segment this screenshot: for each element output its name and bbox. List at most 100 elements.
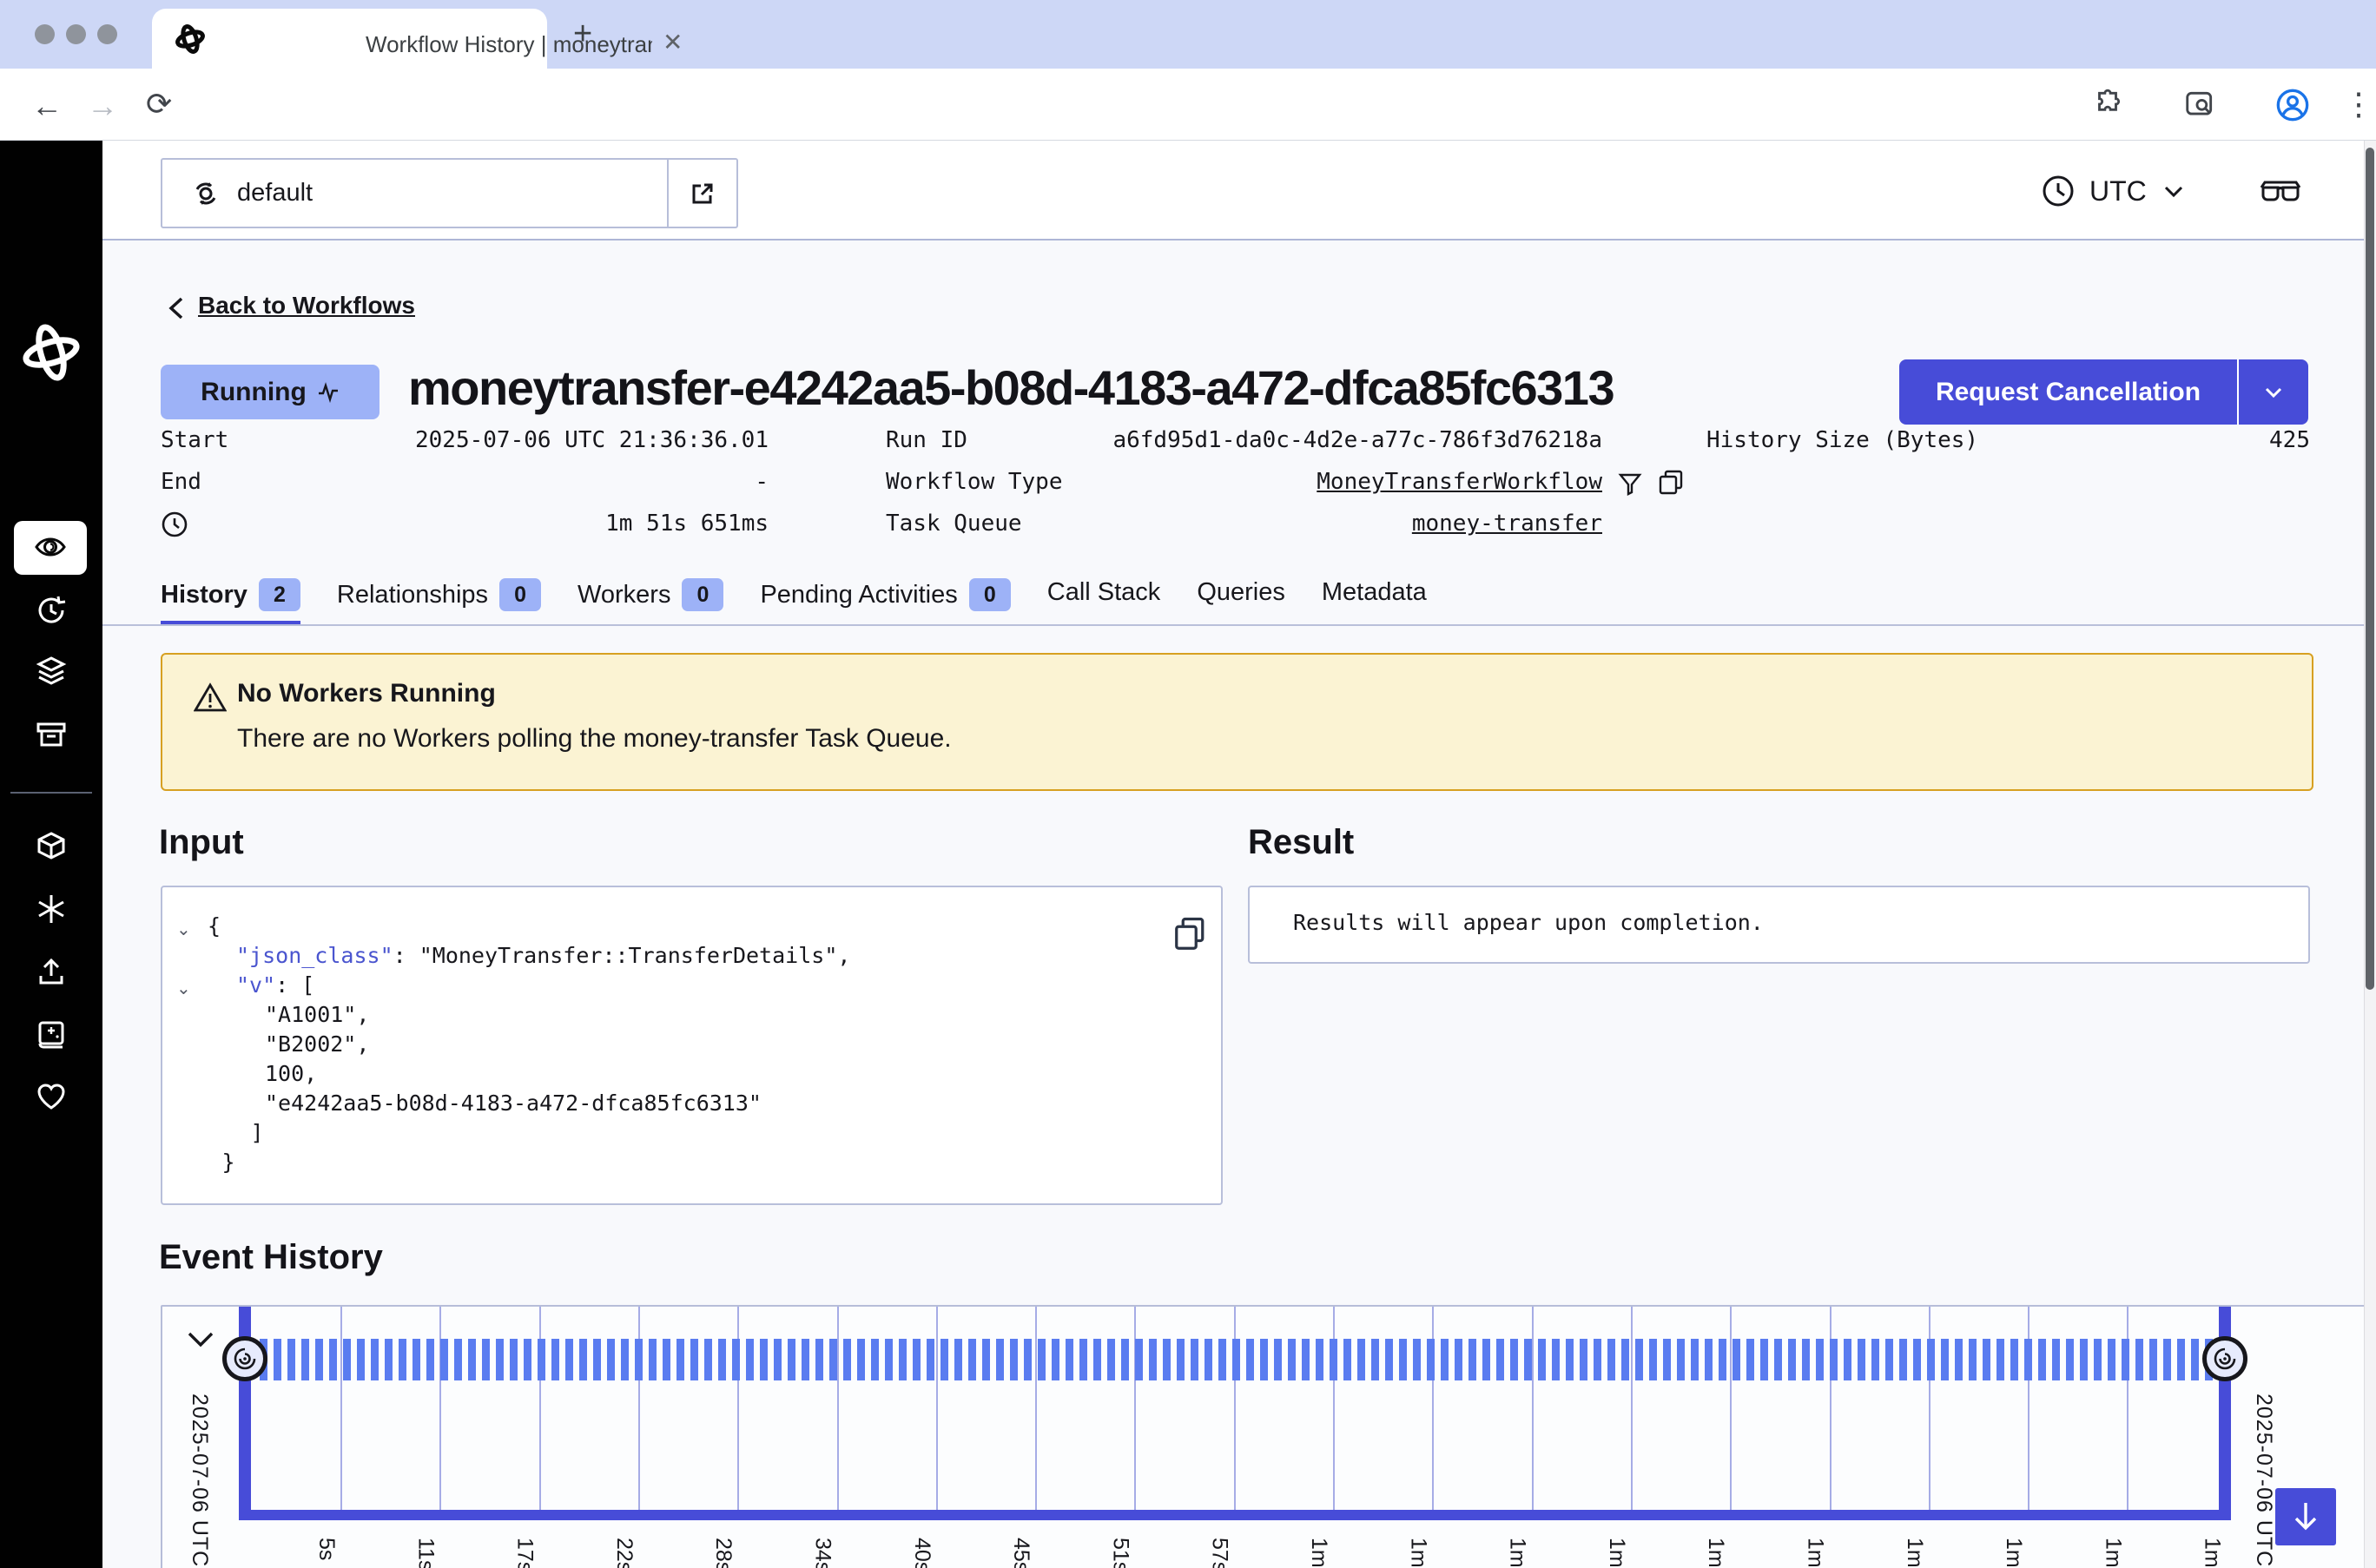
timeline-tick-label: 51s [1107,1538,1132,1568]
warning-triangle-icon [194,682,227,714]
tab-relationships[interactable]: Relationships 0 [337,578,541,621]
timeline-gridline [1432,1307,1434,1510]
sidebar-item-feedback[interactable] [34,1079,69,1114]
tab-relationships-count: 0 [499,578,541,611]
copy-input-icon[interactable] [1173,915,1208,953]
sidebar-item-schedules[interactable] [34,593,69,628]
tab-workers-count: 0 [682,578,723,611]
sidebar-item-nexus[interactable] [34,892,69,926]
timeline-gridline [1333,1307,1335,1510]
filter-icon[interactable] [1617,471,1643,497]
sidebar-item-docs[interactable] [34,1018,69,1052]
sidebar-item-archive[interactable] [34,717,69,752]
workflow-type-link[interactable]: MoneyTransferWorkflow [1042,469,1602,495]
timeline-gridline [1134,1307,1136,1510]
tab-metadata[interactable]: Metadata [1322,578,1427,616]
timeline-gridline [1830,1307,1832,1510]
run-id-label: Run ID [886,427,967,453]
tab-call-stack[interactable]: Call Stack [1047,578,1161,616]
namespace-name: default [237,179,313,208]
timeline-tick-label: 45s [1008,1538,1033,1568]
back-to-workflows-link[interactable]: Back to Workflows [198,292,415,320]
code-line: 100, [265,1061,317,1086]
tab-pending-activities[interactable]: Pending Activities 0 [760,578,1010,621]
result-card: Results will appear upon completion. [1248,886,2310,964]
back-chevron-icon[interactable] [165,295,188,321]
input-heading: Input [159,823,244,862]
timeline-gridline [1234,1307,1236,1510]
timeline-tick-label: 17s [512,1538,538,1568]
browser-toolbar: ← → ⟳ localhost:8080/namespaces/default/… [0,69,2376,141]
code-collapse-chevron-icon[interactable]: ⌄ [176,978,191,999]
browser-tab[interactable]: Workflow History | moneytran ✕ [152,9,547,69]
status-badge: Running [161,365,380,419]
tab-workers[interactable]: Workers 0 [578,578,723,621]
sidebar-item-workflows[interactable] [14,521,87,575]
sidebar-divider [10,792,92,794]
end-label: End [161,469,201,495]
timeline-tick-label: 34s [810,1538,835,1568]
code-collapse-chevron-icon[interactable]: ⌄ [176,919,191,940]
running-spiral-icon [2213,1347,2237,1371]
code-line: "B2002", [265,1031,369,1057]
duration-value: 1m 51s 651ms [391,511,769,537]
forward-icon[interactable]: → [87,88,118,124]
code-line: "e4242aa5-b08d-4183-a472-dfca85fc6313" [265,1090,762,1116]
timeline-tick-label: 1m [1902,1538,1927,1568]
timeline-gridline [1631,1307,1633,1510]
tab-close-icon[interactable]: ✕ [663,28,683,56]
scrollbar-thumb[interactable] [2366,148,2374,990]
run-id-value: a6fd95d1-da0c-4d2e-a77c-786f3d76218a [1042,427,1602,453]
timeline-gridline [1929,1307,1930,1510]
namespace-selector[interactable]: default [161,158,738,228]
tabs-divider [102,624,2364,626]
workflow-current-marker[interactable] [2202,1336,2247,1381]
extensions-icon[interactable] [2091,88,2124,121]
cancellation-menu-button[interactable] [2239,379,2308,405]
sidebar-item-deployments[interactable] [34,829,69,864]
labs-glasses-icon[interactable] [2258,172,2303,212]
task-queue-link[interactable]: money-transfer [1042,511,1602,537]
sidebar-item-task-queues[interactable] [34,655,69,689]
tab-history[interactable]: History 2 [161,578,300,625]
external-link-icon [689,180,716,208]
timeline-gridline [1730,1307,1732,1510]
workflow-start-marker[interactable] [222,1336,267,1381]
timeline-tick-label: 1m [1803,1538,1828,1568]
timezone-selector[interactable]: UTC [2041,170,2187,212]
timeline-tick-label: 1m [1405,1538,1430,1568]
timeline-event-band[interactable] [260,1339,2219,1380]
new-tab-button[interactable]: + [573,16,592,53]
request-cancellation-label: Request Cancellation [1899,378,2237,407]
app-sidebar: 2.34.0 [0,141,102,1568]
code-line: "json_class": "MoneyTransfer::TransferDe… [236,943,850,968]
window-minimize-button[interactable] [66,24,86,44]
window-close-button[interactable] [35,24,55,44]
window-zoom-button[interactable] [97,24,117,44]
no-workers-alert: No Workers Running There are no Workers … [161,653,2313,791]
namespace-external-link[interactable] [667,160,736,227]
clock-icon [2041,174,2076,208]
back-icon[interactable]: ← [31,88,63,124]
tab-queries[interactable]: Queries [1197,578,1285,616]
timeline-tick-label: 11s [412,1538,438,1568]
sidebar-item-import[interactable] [34,955,69,990]
copy-icon[interactable] [1657,469,1685,497]
namespace-current[interactable]: default [162,160,667,227]
reload-icon[interactable]: ⟳ [146,86,172,122]
timeline-gridline [340,1307,342,1510]
alert-title: No Workers Running [237,679,496,708]
timeline-gridline [1035,1307,1037,1510]
browser-menu-icon[interactable]: ⋮ [2343,86,2374,122]
scroll-to-bottom-button[interactable] [2275,1488,2336,1545]
temporal-logo[interactable] [21,311,82,394]
timeline-tick-label: 1m [2100,1538,2125,1568]
timeline-gridline [638,1307,640,1510]
profile-avatar-icon[interactable] [2275,88,2310,122]
code-line: } [222,1150,235,1175]
task-queue-label: Task Queue [886,511,1022,537]
request-cancellation-button[interactable]: Request Cancellation [1899,359,2308,425]
tab-search-icon[interactable] [2183,88,2216,121]
timeline-tick-label: 1m [1306,1538,1331,1568]
code-line: ] [251,1120,264,1145]
